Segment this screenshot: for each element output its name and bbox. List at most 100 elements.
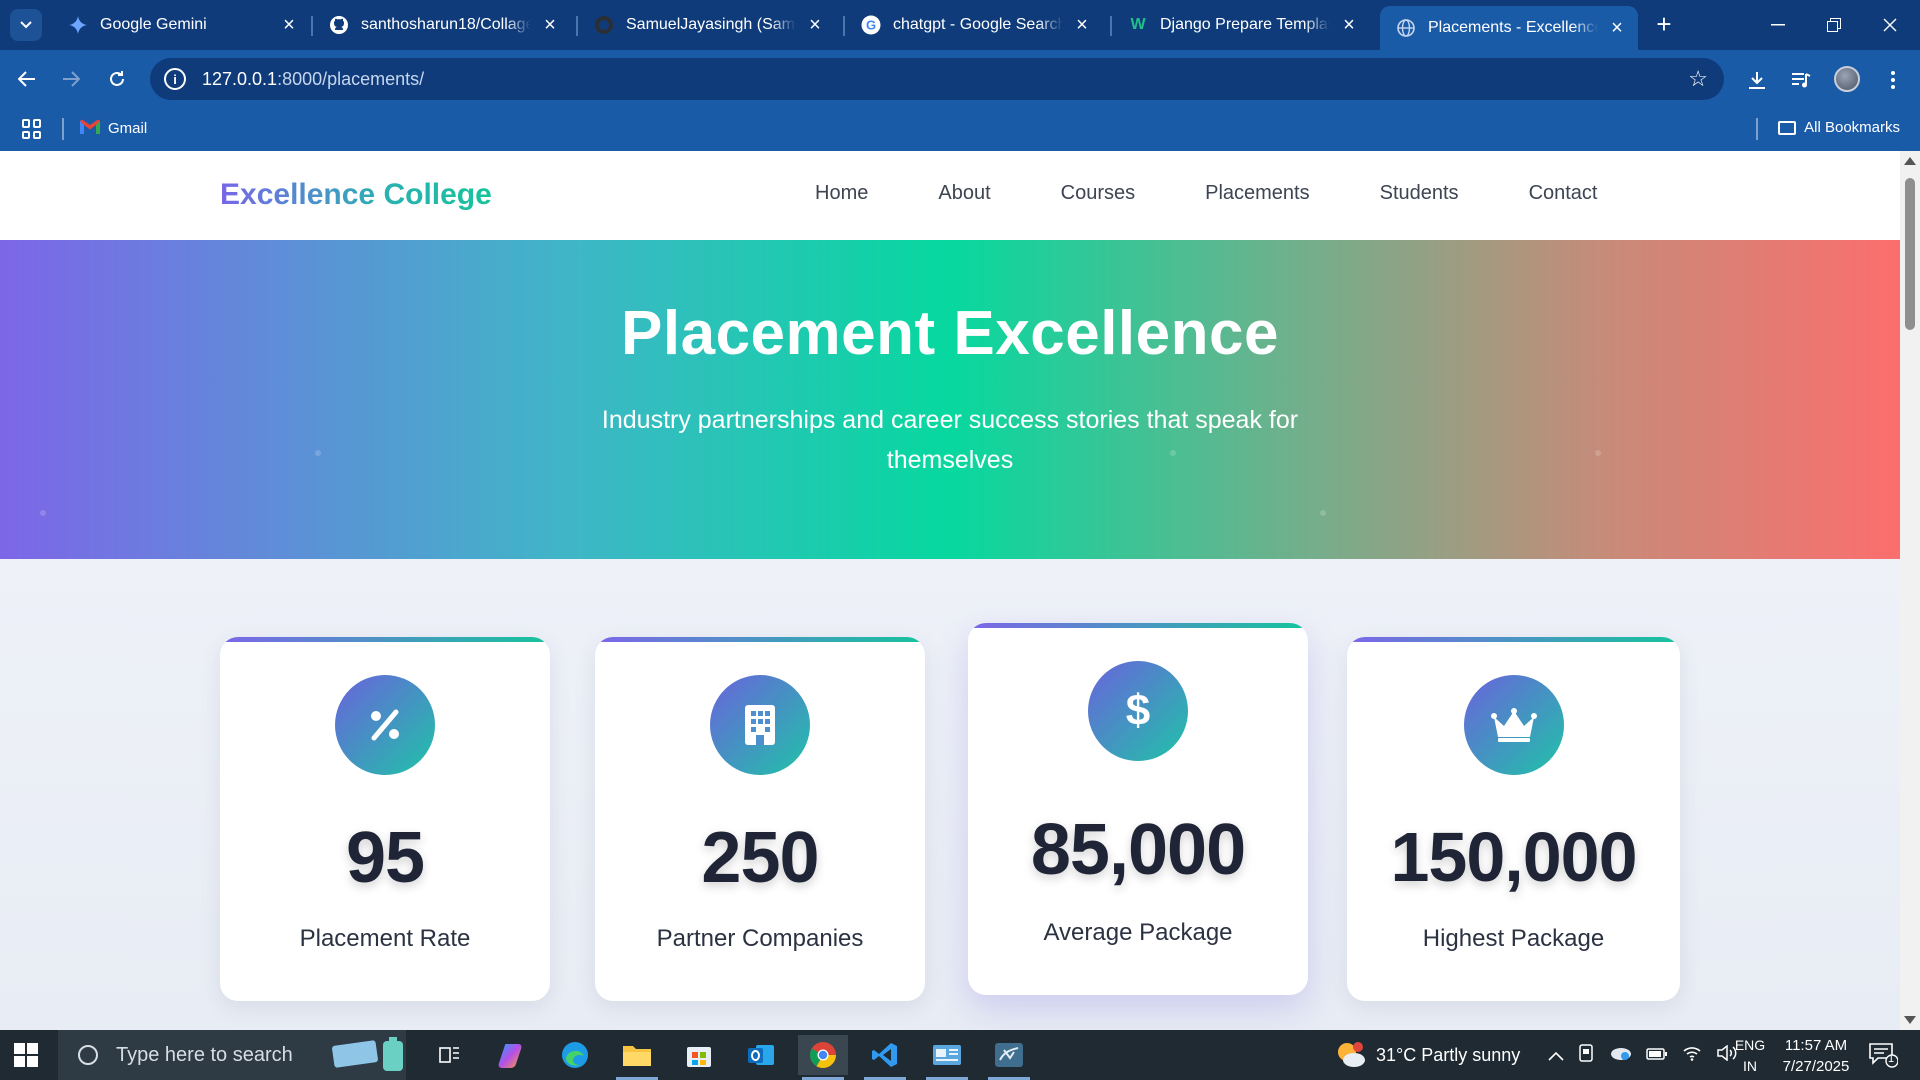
scroll-thumb[interactable] (1905, 178, 1915, 330)
scroll-up-icon[interactable] (1904, 157, 1916, 165)
stats-section: 95 Placement Rate 250 Partner Companies … (0, 559, 1900, 1030)
search-placeholder: Type here to search (116, 1043, 293, 1066)
bookmark-star-icon[interactable]: ☆ (1688, 66, 1708, 92)
tab-google-search[interactable]: G chatgpt - Google Search × (845, 6, 1103, 44)
page-scrollbar[interactable] (1900, 151, 1920, 1030)
address-bar[interactable]: i 127.0.0.1:8000/placements/ ☆ (150, 58, 1724, 100)
gemini-icon (68, 15, 88, 35)
page-viewport: Excellence College Home About Courses Pl… (0, 151, 1900, 1030)
building-icon (710, 675, 810, 775)
lang-code: ENG (1734, 1037, 1766, 1053)
tab-title: chatgpt - Google Search (893, 16, 1063, 33)
media-queue-icon (1792, 73, 1811, 88)
nav-link-courses[interactable]: Courses (1061, 182, 1135, 205)
travel-widget-icon[interactable] (322, 1035, 412, 1075)
hero-banner: Placement Excellence Industry partnershi… (0, 240, 1900, 559)
task-view-icon[interactable] (425, 1035, 475, 1075)
weather-widget[interactable]: 31°C Partly sunny (1334, 1030, 1520, 1080)
weather-text: 31°C Partly sunny (1376, 1044, 1521, 1065)
tab-title: SamuelJayasingh (Samuel J (626, 16, 796, 33)
dollar-icon: $ (1088, 661, 1188, 761)
nav-link-home[interactable]: Home (815, 182, 868, 205)
bookmark-separator (1756, 118, 1758, 140)
profile-avatar[interactable] (1834, 66, 1860, 92)
nav-link-about[interactable]: About (938, 182, 990, 205)
battery-icon[interactable] (1646, 1045, 1668, 1066)
scroll-down-icon[interactable] (1904, 1016, 1916, 1024)
back-button[interactable] (10, 62, 44, 96)
nav-link-contact[interactable]: Contact (1529, 182, 1598, 205)
card-accent-bar (1347, 637, 1680, 642)
google-icon: G (861, 15, 881, 35)
tab-github-collage[interactable]: santhosharun18/Collage-w × (313, 6, 571, 44)
menu-button[interactable] (1878, 65, 1908, 95)
card-accent-bar (220, 637, 550, 642)
url-path: :8000/placements/ (277, 68, 425, 89)
arrow-right-icon (63, 71, 80, 87)
site-logo[interactable]: Excellence College (220, 178, 492, 212)
forward-button[interactable] (54, 62, 88, 96)
taskbar-clock[interactable]: 11:57 AM 7/27/2025 (1776, 1035, 1856, 1077)
tab-close-icon[interactable]: × (1340, 14, 1358, 37)
nav-link-students[interactable]: Students (1380, 182, 1459, 205)
restore-button[interactable] (1806, 0, 1862, 50)
copilot-icon[interactable] (488, 1035, 538, 1075)
notifications-button[interactable]: 1 (1868, 1030, 1898, 1080)
info-icon[interactable]: i (164, 68, 186, 90)
chevron-up-icon[interactable] (1548, 1045, 1564, 1066)
hero-title: Placement Excellence (621, 299, 1279, 368)
tab-strip: Google Gemini × santhosharun18/Collage-w… (0, 0, 1920, 50)
language-indicator[interactable]: ENG IN (1732, 1035, 1768, 1077)
device-icon[interactable] (1578, 1043, 1594, 1067)
minimize-icon (1771, 24, 1785, 26)
media-button[interactable] (1786, 65, 1816, 95)
percent-icon (335, 675, 435, 775)
tab-close-icon[interactable]: × (280, 14, 298, 37)
tab-gemini[interactable]: Google Gemini × (52, 6, 310, 44)
tab-search-button[interactable] (10, 9, 42, 41)
app-window-icon[interactable] (922, 1035, 972, 1080)
tab-close-icon[interactable]: × (806, 14, 824, 37)
bookmark-gmail[interactable]: Gmail (80, 119, 147, 138)
outlook-icon[interactable] (736, 1035, 786, 1075)
close-icon (1883, 18, 1897, 32)
bookmark-label: All Bookmarks (1804, 119, 1900, 136)
main-nav: Home About Courses Placements Students C… (815, 182, 1598, 205)
svg-text:G: G (866, 18, 876, 33)
microsoft-store-icon[interactable] (674, 1035, 724, 1075)
chrome-icon[interactable] (798, 1035, 848, 1080)
file-explorer-icon[interactable] (612, 1035, 662, 1080)
tab-placements[interactable]: Placements - Excellence Co × (1380, 6, 1638, 50)
restore-icon (1827, 18, 1841, 32)
tab-title: Google Gemini (100, 16, 207, 33)
tab-github-samuel[interactable]: SamuelJayasingh (Samuel J × (578, 6, 836, 44)
wifi-icon[interactable] (1682, 1045, 1702, 1066)
nav-link-placements[interactable]: Placements (1205, 182, 1310, 205)
globe-icon (1396, 18, 1416, 38)
url-host: 127.0.0.1 (202, 68, 278, 89)
download-icon (1749, 72, 1765, 89)
tab-close-icon[interactable]: × (541, 14, 559, 37)
tab-django[interactable]: W Django Prepare Template × (1112, 6, 1370, 44)
reload-button[interactable] (100, 62, 134, 96)
stat-card-placement-rate: 95 Placement Rate (220, 637, 550, 1001)
minimize-button[interactable] (1750, 0, 1806, 50)
new-tab-button[interactable]: + (1648, 8, 1680, 40)
close-window-button[interactable] (1862, 0, 1918, 50)
arrow-left-icon (18, 71, 35, 87)
more-vert-icon (1891, 71, 1895, 89)
decor-dot (40, 510, 46, 516)
windows-start-icon[interactable] (14, 1043, 38, 1067)
mysql-workbench-icon[interactable] (984, 1035, 1034, 1080)
tab-close-icon[interactable]: × (1608, 17, 1626, 40)
edge-icon[interactable] (550, 1035, 600, 1075)
tab-close-icon[interactable]: × (1073, 14, 1091, 37)
downloads-button[interactable] (1742, 65, 1772, 95)
stat-card-highest-package: 150,000 Highest Package (1347, 637, 1680, 1001)
all-bookmarks-button[interactable]: All Bookmarks (1778, 119, 1900, 136)
tab-title: santhosharun18/Collage-w (361, 16, 531, 33)
apps-grid-icon[interactable] (22, 119, 42, 139)
onedrive-icon[interactable] (1608, 1045, 1632, 1066)
stat-card-partner-companies: 250 Partner Companies (595, 637, 925, 1001)
vscode-icon[interactable] (860, 1035, 910, 1080)
